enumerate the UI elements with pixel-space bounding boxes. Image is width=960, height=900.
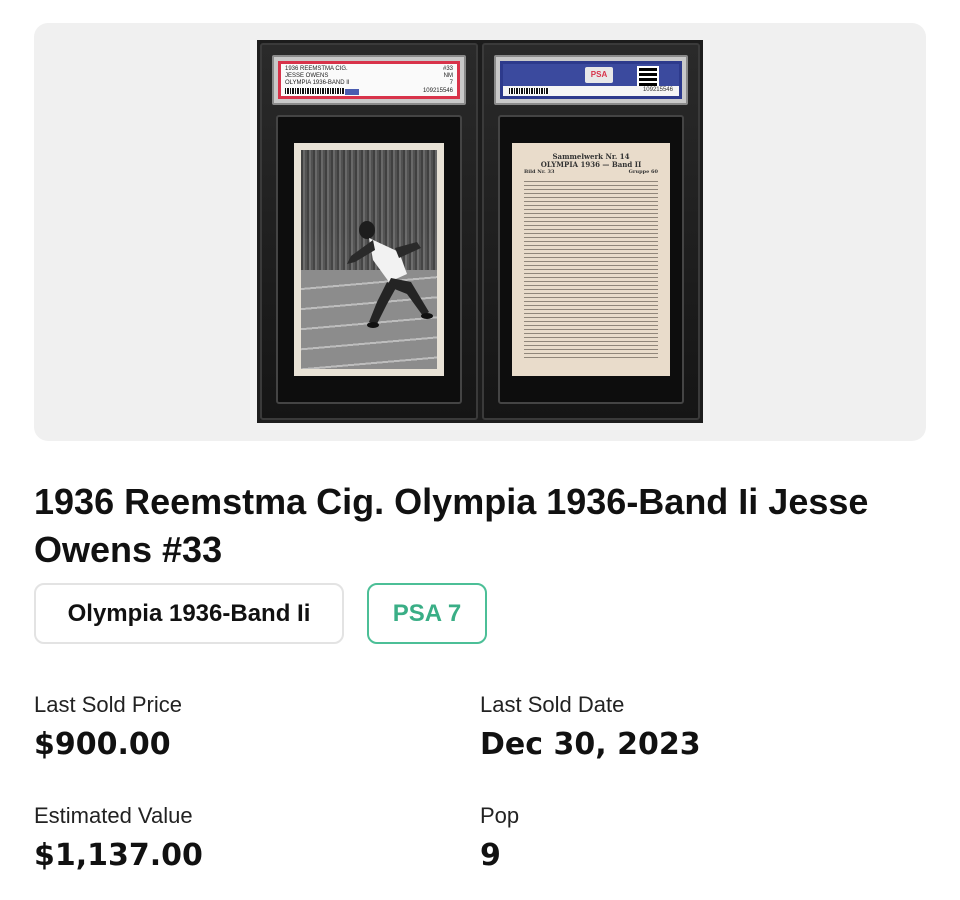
- card-back-group: Gruppe 60: [628, 169, 658, 175]
- last-sold-date: Last Sold Date Dec 30, 2023: [480, 691, 880, 765]
- barcode-icon: [509, 88, 549, 94]
- card-back-title: OLYMPIA 1936 — Band II: [540, 160, 642, 169]
- front-card-window: [276, 115, 462, 404]
- back-slab: PSA 109215546 Sammelwerk Nr. 14 OLYMPIA …: [482, 43, 700, 420]
- pop-value: 9: [480, 838, 501, 873]
- label-player-line: JESSE OWENS: [285, 73, 329, 79]
- page-title: 1936 Reemstma Cig. Olympia 1936-Band Ii …: [34, 481, 869, 570]
- back-card-window: Sammelwerk Nr. 14 OLYMPIA 1936 — Band II…: [498, 115, 684, 404]
- last-sold-date-label: Last Sold Date: [480, 692, 625, 717]
- card-photo: [301, 150, 437, 369]
- last-sold-price: Last Sold Price $900.00: [34, 691, 434, 765]
- runner-figure-icon: [347, 221, 433, 328]
- label-cert-number: 109215546: [422, 88, 453, 94]
- last-sold-date-value: Dec 30, 2023: [480, 727, 701, 762]
- card-slab-photo: 1936 REEMSTMA CIG. #33 JESSE OWENS NM OL…: [257, 40, 703, 423]
- front-grade-label: 1936 REEMSTMA CIG. #33 JESSE OWENS NM OL…: [272, 55, 466, 105]
- front-slab: 1936 REEMSTMA CIG. #33 JESSE OWENS NM OL…: [260, 43, 478, 420]
- set-chip[interactable]: Olympia 1936-Band Ii: [34, 583, 344, 644]
- label-card-number: #33: [442, 66, 453, 72]
- psa-mini-logo-icon: [345, 89, 359, 95]
- pop-label: Pop: [480, 803, 520, 828]
- back-grade-label: PSA 109215546: [494, 55, 688, 105]
- grade-chip[interactable]: PSA 7: [367, 583, 487, 644]
- card-back-text-block: [524, 181, 658, 361]
- label-grade-number: 7: [449, 80, 453, 86]
- last-sold-price-value: $900.00: [34, 727, 171, 762]
- population: Pop 9: [480, 802, 880, 876]
- card-back: Sammelwerk Nr. 14 OLYMPIA 1936 — Band II…: [512, 143, 670, 376]
- estimated-value: Estimated Value $1,137.00: [34, 802, 434, 876]
- psa-logo: PSA: [585, 67, 613, 83]
- label-set-line: 1936 REEMSTMA CIG.: [285, 66, 348, 72]
- last-sold-price-label: Last Sold Price: [34, 692, 182, 717]
- card-front: [294, 143, 444, 376]
- label-series-line: OLYMPIA 1936-BAND II: [285, 80, 350, 86]
- label-cert-number: 109215546: [642, 87, 673, 93]
- card-back-number: Bild Nr. 33: [524, 169, 555, 175]
- estimated-value-value: $1,137.00: [34, 838, 203, 873]
- barcode-icon: [285, 88, 345, 94]
- card-image-panel[interactable]: 1936 REEMSTMA CIG. #33 JESSE OWENS NM OL…: [34, 23, 926, 441]
- label-grade-word: NM: [443, 73, 453, 79]
- estimated-value-label: Estimated Value: [34, 803, 193, 828]
